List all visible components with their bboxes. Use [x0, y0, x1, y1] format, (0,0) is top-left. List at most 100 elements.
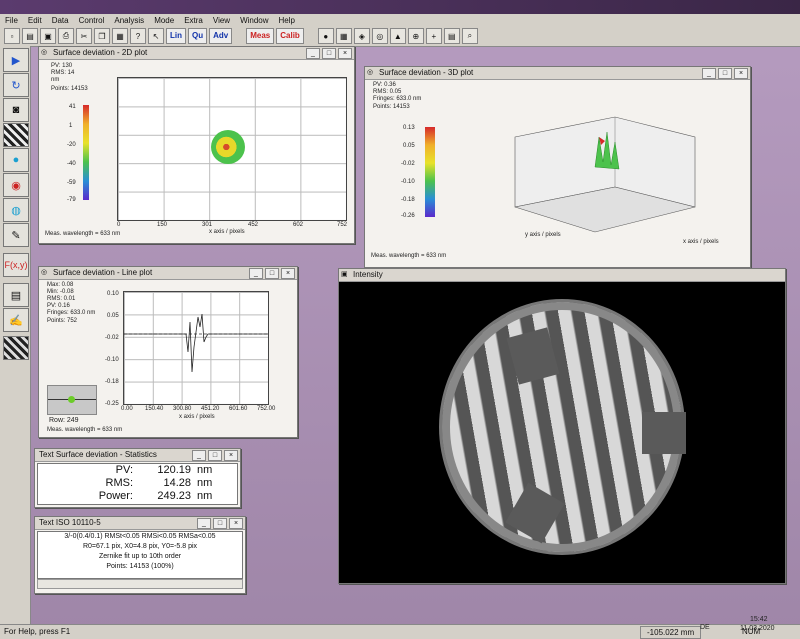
- target-icon[interactable]: ⊕: [407, 28, 424, 44]
- close-icon[interactable]: ×: [734, 68, 748, 79]
- rings-icon[interactable]: ◉: [3, 173, 29, 197]
- maximize-icon[interactable]: □: [208, 450, 222, 461]
- left-toolbar: ▶ ↻ ◙ ● ◉ ◍ ✎ F(x,y) ▤ ✍: [0, 46, 31, 626]
- statistics-window: Text Surface deviation - Statistics _ □ × …: [34, 448, 241, 508]
- 3d-surface-plot[interactable]: [495, 107, 735, 247]
- save-icon[interactable]: ▣: [40, 28, 56, 44]
- close-icon[interactable]: ×: [229, 518, 243, 529]
- minimize-icon[interactable]: _: [197, 518, 211, 529]
- adv-button[interactable]: Adv: [209, 28, 233, 44]
- table-icon[interactable]: ▤: [443, 28, 460, 44]
- meas-button[interactable]: Meas: [246, 28, 275, 44]
- window-titlebar: [0, 0, 800, 14]
- crosshair-icon[interactable]: +: [425, 28, 442, 44]
- x-tick: 601.60: [229, 406, 248, 412]
- toolbar: ▫ ▤ ▣ ⎙ ✂ ❐ ▦ ? ↖ Lin Qu Adv Meas Calib …: [0, 26, 800, 47]
- status-num: NUM: [742, 627, 761, 636]
- iso-10110-window: Text ISO 10110-5 _ □ × 3/-0(0.4/0.1) RMSt<…: [34, 516, 246, 594]
- pointer-icon[interactable]: ↖: [148, 28, 164, 44]
- close-icon[interactable]: ×: [338, 48, 352, 59]
- refresh-icon[interactable]: ↻: [3, 73, 29, 97]
- menu-control[interactable]: Control: [74, 16, 110, 25]
- histogram-icon[interactable]: ▲: [389, 28, 406, 44]
- profile-line: [124, 313, 268, 373]
- row-marker: [68, 396, 75, 403]
- x-tick: 150: [157, 222, 168, 228]
- phase-icon[interactable]: ◍: [3, 198, 29, 222]
- maximize-icon[interactable]: □: [718, 68, 732, 79]
- minimize-icon[interactable]: _: [306, 48, 320, 59]
- window-title-text: Surface deviation - 3D plot: [379, 68, 474, 77]
- colorbar: [425, 127, 435, 217]
- open-folder-icon[interactable]: ▤: [22, 28, 38, 44]
- x-tick: 452: [248, 222, 259, 228]
- colorbar-tick: -40: [67, 161, 76, 167]
- menu-data[interactable]: Data: [47, 16, 74, 25]
- qu-button[interactable]: Qu: [188, 28, 208, 44]
- edit-report-icon[interactable]: ✍: [3, 308, 29, 332]
- x-tick: 451.20: [201, 406, 220, 412]
- menu-mode[interactable]: Mode: [149, 16, 179, 25]
- lens-icon[interactable]: ●: [3, 148, 29, 172]
- colorbar-tick: -59: [67, 180, 76, 186]
- menu-file[interactable]: File: [0, 16, 23, 25]
- pattern-icon[interactable]: [3, 336, 29, 360]
- menu-view[interactable]: View: [208, 16, 235, 25]
- status-help: For Help, press F1: [4, 627, 71, 636]
- copy-icon[interactable]: ❐: [94, 28, 110, 44]
- 3d-icon[interactable]: ◈: [353, 28, 370, 44]
- iso-line: 3/-0(0.4/0.1) RMSt<0.05 RMSi<0.05 RMSa<0…: [64, 533, 216, 540]
- help-icon[interactable]: ?: [130, 28, 146, 44]
- horizontal-scrollbar[interactable]: [37, 579, 243, 589]
- record-icon[interactable]: ●: [317, 28, 334, 44]
- close-icon[interactable]: ×: [224, 450, 238, 461]
- menu-analysis[interactable]: Analysis: [109, 16, 149, 25]
- fringe-icon[interactable]: [3, 123, 29, 147]
- y-tick: -0.25: [105, 401, 119, 407]
- row-preview[interactable]: [47, 385, 97, 415]
- mask-tab: [505, 482, 565, 544]
- x-tick: 752: [337, 222, 348, 228]
- minimize-icon[interactable]: _: [249, 268, 263, 279]
- new-file-icon[interactable]: ▫: [4, 28, 20, 44]
- info-pv: PV: 0.16: [47, 303, 70, 309]
- minimize-icon[interactable]: _: [192, 450, 206, 461]
- menu-edit[interactable]: Edit: [23, 16, 47, 25]
- menu-window[interactable]: Window: [235, 16, 273, 25]
- print-icon[interactable]: ⎙: [58, 28, 74, 44]
- close-icon[interactable]: ×: [281, 268, 295, 279]
- surface-icon[interactable]: ◎: [371, 28, 388, 44]
- paste-icon[interactable]: ▦: [112, 28, 128, 44]
- maximize-icon[interactable]: □: [322, 48, 336, 59]
- plot-area[interactable]: [117, 77, 347, 221]
- interferogram-image: [439, 299, 686, 555]
- cut-icon[interactable]: ✂: [76, 28, 92, 44]
- menu-extra[interactable]: Extra: [179, 16, 208, 25]
- minimize-icon[interactable]: _: [702, 68, 716, 79]
- x-tick: 0.00: [121, 406, 133, 412]
- probe-icon[interactable]: ✎: [3, 223, 29, 247]
- y-axis-label: y axis / pixels: [525, 232, 561, 238]
- play-icon[interactable]: ▶: [3, 48, 29, 72]
- iso-line: Points: 14153 (100%): [106, 563, 174, 570]
- x-tick: 150.40: [145, 406, 164, 412]
- info-points: Points: 14153: [373, 104, 410, 110]
- grid-icon[interactable]: ▦: [335, 28, 352, 44]
- surface-3d-plot-window: ◎ Surface deviation - 3D plot _ □ × PV: 0.3…: [364, 66, 751, 268]
- x-tick: 301: [202, 222, 213, 228]
- iso-line: R0=67.1 pix, X0=4.8 pix, Y0=-5.8 pix: [82, 543, 198, 550]
- zoom-icon[interactable]: ⌕: [461, 28, 478, 44]
- camera-icon[interactable]: ◙: [3, 98, 29, 122]
- maximize-icon[interactable]: □: [213, 518, 227, 529]
- calib-button[interactable]: Calib: [276, 28, 304, 44]
- report-icon[interactable]: ▤: [3, 283, 29, 307]
- line-plot-area[interactable]: [123, 291, 269, 405]
- menu-help[interactable]: Help: [274, 16, 300, 25]
- window-title: Text ISO 10110-5 _ □ ×: [35, 517, 245, 530]
- function-icon[interactable]: F(x,y): [3, 253, 29, 277]
- lin-button[interactable]: Lin: [166, 28, 186, 44]
- maximize-icon[interactable]: □: [265, 268, 279, 279]
- window-title-text: Text Surface deviation - Statistics: [39, 450, 157, 459]
- wavelength-footer: Meas. wavelength = 633 nm: [371, 253, 447, 259]
- info-rms: RMS: 0.05: [373, 89, 402, 95]
